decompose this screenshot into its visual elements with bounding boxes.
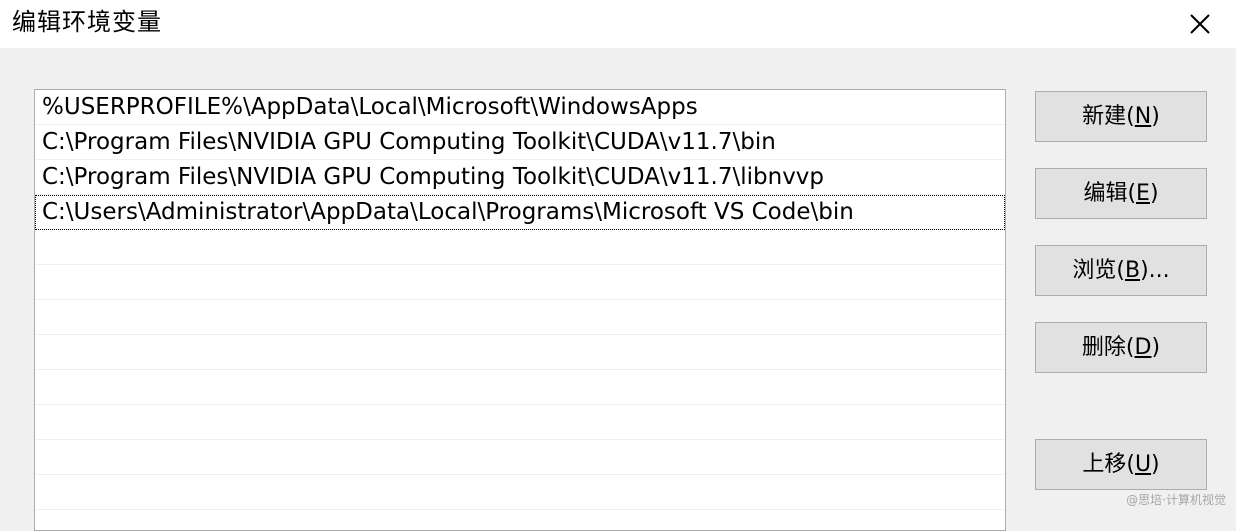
delete-button-label: 删除( bbox=[1081, 335, 1135, 360]
empty-row[interactable] bbox=[35, 265, 1005, 300]
edit-button-suffix: ) bbox=[1149, 181, 1159, 206]
new-button-label: 新建( bbox=[1082, 104, 1135, 129]
edit-button-hotkey: E bbox=[1136, 181, 1150, 206]
new-button[interactable]: 新建(N) bbox=[1035, 91, 1207, 142]
new-button-suffix: ) bbox=[1151, 104, 1160, 129]
empty-row[interactable] bbox=[35, 510, 1005, 530]
empty-row[interactable] bbox=[35, 405, 1005, 440]
move-up-button-label: 上移( bbox=[1082, 452, 1135, 477]
window-title: 编辑环境变量 bbox=[12, 8, 162, 36]
edit-button-label: 编辑( bbox=[1083, 181, 1137, 206]
list-item[interactable]: C:\Program Files\NVIDIA GPU Computing To… bbox=[35, 160, 1005, 195]
move-up-button-hotkey: U bbox=[1134, 452, 1152, 477]
empty-row[interactable] bbox=[35, 300, 1005, 335]
list-item[interactable]: C:\Program Files\NVIDIA GPU Computing To… bbox=[35, 125, 1005, 160]
close-button[interactable] bbox=[1182, 6, 1218, 42]
list-item[interactable]: %USERPROFILE%\AppData\Local\Microsoft\Wi… bbox=[35, 90, 1005, 125]
delete-button-suffix: ) bbox=[1151, 335, 1161, 360]
empty-row[interactable] bbox=[35, 230, 1005, 265]
close-icon bbox=[1190, 14, 1210, 34]
watermark: @思培·计算机视觉 bbox=[1126, 493, 1226, 507]
empty-row[interactable] bbox=[35, 370, 1005, 405]
move-up-button[interactable]: 上移(U) bbox=[1035, 439, 1207, 490]
delete-button-hotkey: D bbox=[1134, 335, 1152, 360]
delete-button[interactable]: 删除(D) bbox=[1035, 322, 1207, 373]
browse-button-hotkey: B bbox=[1124, 258, 1141, 283]
new-button-hotkey: N bbox=[1134, 104, 1152, 129]
move-up-button-suffix: ) bbox=[1151, 452, 1160, 477]
browse-button-label: 浏览( bbox=[1072, 258, 1125, 283]
empty-row[interactable] bbox=[35, 335, 1005, 370]
list-item-focused[interactable]: C:\Users\Administrator\AppData\Local\Pro… bbox=[35, 195, 1005, 230]
browse-button-suffix: )... bbox=[1140, 258, 1170, 283]
browse-button[interactable]: 浏览(B)... bbox=[1035, 245, 1207, 296]
edit-button[interactable]: 编辑(E) bbox=[1035, 168, 1207, 219]
title-bar: 编辑环境变量 bbox=[0, 0, 1236, 48]
empty-row[interactable] bbox=[35, 440, 1005, 475]
path-list[interactable]: %USERPROFILE%\AppData\Local\Microsoft\Wi… bbox=[34, 89, 1006, 531]
empty-row[interactable] bbox=[35, 475, 1005, 510]
